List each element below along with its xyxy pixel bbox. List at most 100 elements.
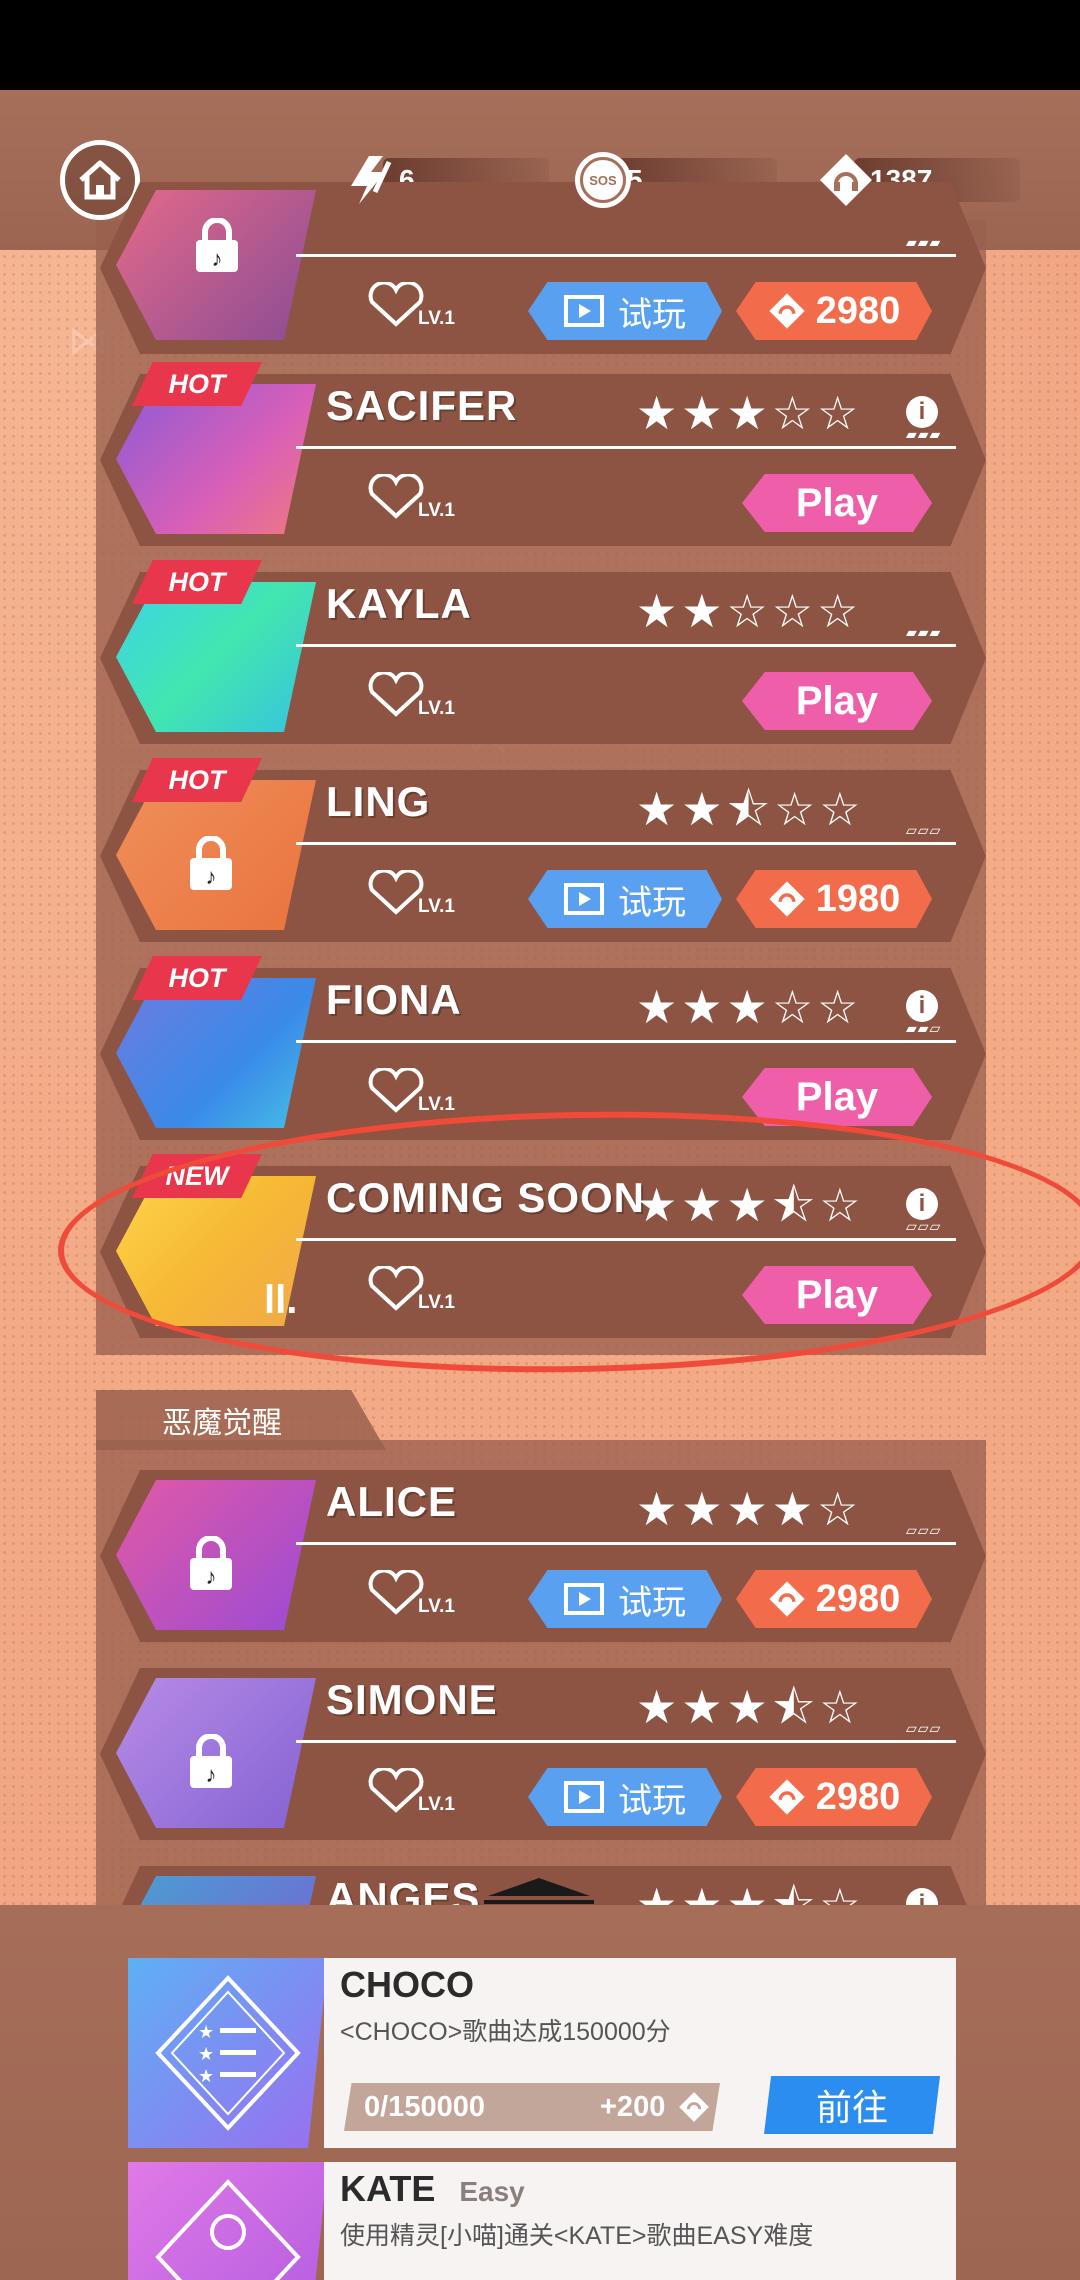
coin-icon (769, 881, 805, 917)
go-button[interactable]: 前往 (764, 2076, 940, 2134)
task-card: ★ ★ ★ CHOCO <CHOCO>歌曲达成150000分 0/150000 … (128, 1958, 956, 2148)
song-name: SIMONE (326, 1676, 498, 1723)
difficulty-bars: ▱▱▱ (906, 1720, 942, 1736)
trial-button[interactable]: 试玩 (528, 870, 722, 928)
play-button[interactable]: Play (742, 672, 932, 730)
task-body: CHOCO <CHOCO>歌曲达成150000分 0/150000 +200 前… (324, 1958, 956, 2148)
svg-text:♪: ♪ (212, 246, 223, 271)
song-row[interactable]: HOT SACIFER ★★★☆☆ i ▰▰▰ LV.1 Play (96, 362, 986, 552)
hot-badge: HOT (132, 758, 262, 802)
info-icon[interactable]: i (906, 396, 938, 428)
difficulty-stars: ★★★★☆ (636, 1483, 863, 1535)
trial-button[interactable]: 试玩 (528, 1570, 722, 1628)
svg-text:♪: ♪ (206, 864, 217, 889)
song-portrait: ♪ (116, 780, 316, 930)
trial-label: 试玩 (618, 1583, 686, 1622)
trial-button[interactable]: 试玩 (528, 1768, 722, 1826)
coin-icon (679, 2092, 709, 2122)
heart-icon (368, 870, 424, 915)
level-label: LV.1 (418, 1596, 455, 1617)
coin-icon (769, 1779, 805, 1815)
difficulty-stars: ★★★⯪☆ (636, 1681, 865, 1733)
hot-badge: HOT (132, 362, 262, 406)
info-icon[interactable]: i (906, 990, 938, 1022)
heart-icon (368, 1068, 424, 1113)
lock-icon: ♪ (196, 218, 238, 272)
song-portrait: ♪ (116, 190, 316, 340)
buy-button[interactable]: 2980 (736, 1570, 932, 1628)
song-name: KAYLA (326, 580, 472, 627)
coin-icon (769, 293, 805, 329)
difficulty-stars: ★★⯪☆☆ (636, 783, 865, 835)
video-icon (564, 1583, 604, 1615)
level-label: LV.1 (418, 1794, 455, 1815)
heart-icon (368, 282, 424, 327)
video-icon (564, 295, 604, 327)
difficulty-bars: ▰▰▱ (906, 1020, 942, 1036)
row-divider (296, 446, 956, 449)
task-icon (128, 2162, 328, 2280)
sos-label: SOS (580, 157, 626, 203)
character-icon (155, 2179, 301, 2280)
difficulty-bars: ▱▱▱ (906, 822, 942, 838)
price-label: 2980 (815, 1577, 901, 1620)
checklist-icon: ★ ★ ★ (155, 1975, 301, 2131)
heart-icon (368, 474, 424, 519)
task-reward: +200 (600, 2091, 666, 2123)
difficulty-bars: ▰▰▰ (906, 426, 942, 442)
level-label: LV.1 (418, 1094, 455, 1115)
trial-label: 试玩 (618, 883, 686, 922)
difficulty-bars: ▰▰▰ (906, 234, 942, 250)
sos-icon: SOS (575, 152, 631, 208)
song-portrait (116, 384, 316, 534)
level-label: LV.1 (418, 308, 455, 329)
row-divider (296, 254, 956, 257)
row-divider (296, 1040, 956, 1043)
video-icon (564, 883, 604, 915)
row-divider (296, 644, 956, 647)
task-progress: 0/150000 +200 (344, 2083, 720, 2131)
task-description: 使用精灵[小喵]通关<KATE>歌曲EASY难度 (340, 2222, 814, 2250)
lock-icon: ♪ (190, 1734, 232, 1788)
hot-badge: HOT (132, 560, 262, 604)
song-name: ALICE (326, 1478, 457, 1525)
collapse-arrow-icon[interactable] (484, 1876, 594, 1906)
trial-label: 试玩 (618, 1781, 686, 1820)
difficulty-stars: ★★☆☆☆ (636, 585, 863, 637)
song-name: FIONA (326, 976, 462, 1023)
song-row[interactable]: ♪ SIMONE ★★★⯪☆ ▱▱▱ LV.1 试玩 2980 (96, 1656, 986, 1846)
buy-button[interactable]: 1980 (736, 870, 932, 928)
trial-button[interactable]: 试玩 (528, 282, 722, 340)
task-description: <CHOCO>歌曲达成150000分 (340, 2018, 671, 2046)
level-label: LV.1 (418, 896, 455, 917)
difficulty-stars: ★★★☆☆ (636, 387, 863, 439)
difficulty-bars: ▱▱▱ (906, 1522, 942, 1538)
play-button[interactable]: Play (742, 474, 932, 532)
difficulty-bars: ▰▰▰ (906, 624, 942, 640)
coin-icon (769, 1581, 805, 1617)
song-row[interactable]: ♪ HOT LING ★★⯪☆☆ ▱▱▱ LV.1 试玩 1980 (96, 758, 986, 948)
song-portrait (116, 582, 316, 732)
song-name: SACIFER (326, 382, 518, 429)
task-icon: ★ ★ ★ (128, 1958, 328, 2148)
svg-text:♪: ♪ (206, 1564, 217, 1589)
energy-icon (351, 156, 392, 204)
heart-icon (368, 1570, 424, 1615)
song-portrait: ♪ (116, 1480, 316, 1630)
section-title: 恶魔觉醒 (96, 1390, 386, 1450)
row-divider (296, 842, 956, 845)
svg-text:♪: ♪ (206, 1762, 217, 1787)
task-difficulty: Easy (459, 2176, 525, 2207)
task-title: CHOCO (340, 1964, 474, 2005)
svg-text:★: ★ (198, 2044, 214, 2064)
buy-button[interactable]: 2980 (736, 1768, 932, 1826)
price-label: 1980 (815, 877, 901, 920)
trial-label: 试玩 (618, 295, 686, 334)
song-row[interactable]: ♪ ALICE ★★★★☆ ▱▱▱ LV.1 试玩 2980 (96, 1458, 986, 1648)
coin-icon (820, 154, 872, 206)
buy-button[interactable]: 2980 (736, 282, 932, 340)
lock-icon: ♪ (190, 1536, 232, 1590)
song-row[interactable]: HOT KAYLA ★★☆☆☆ ▰▰▰ LV.1 Play (96, 560, 986, 750)
task-title-text: KATE (340, 2168, 436, 2209)
level-label: LV.1 (418, 698, 455, 719)
